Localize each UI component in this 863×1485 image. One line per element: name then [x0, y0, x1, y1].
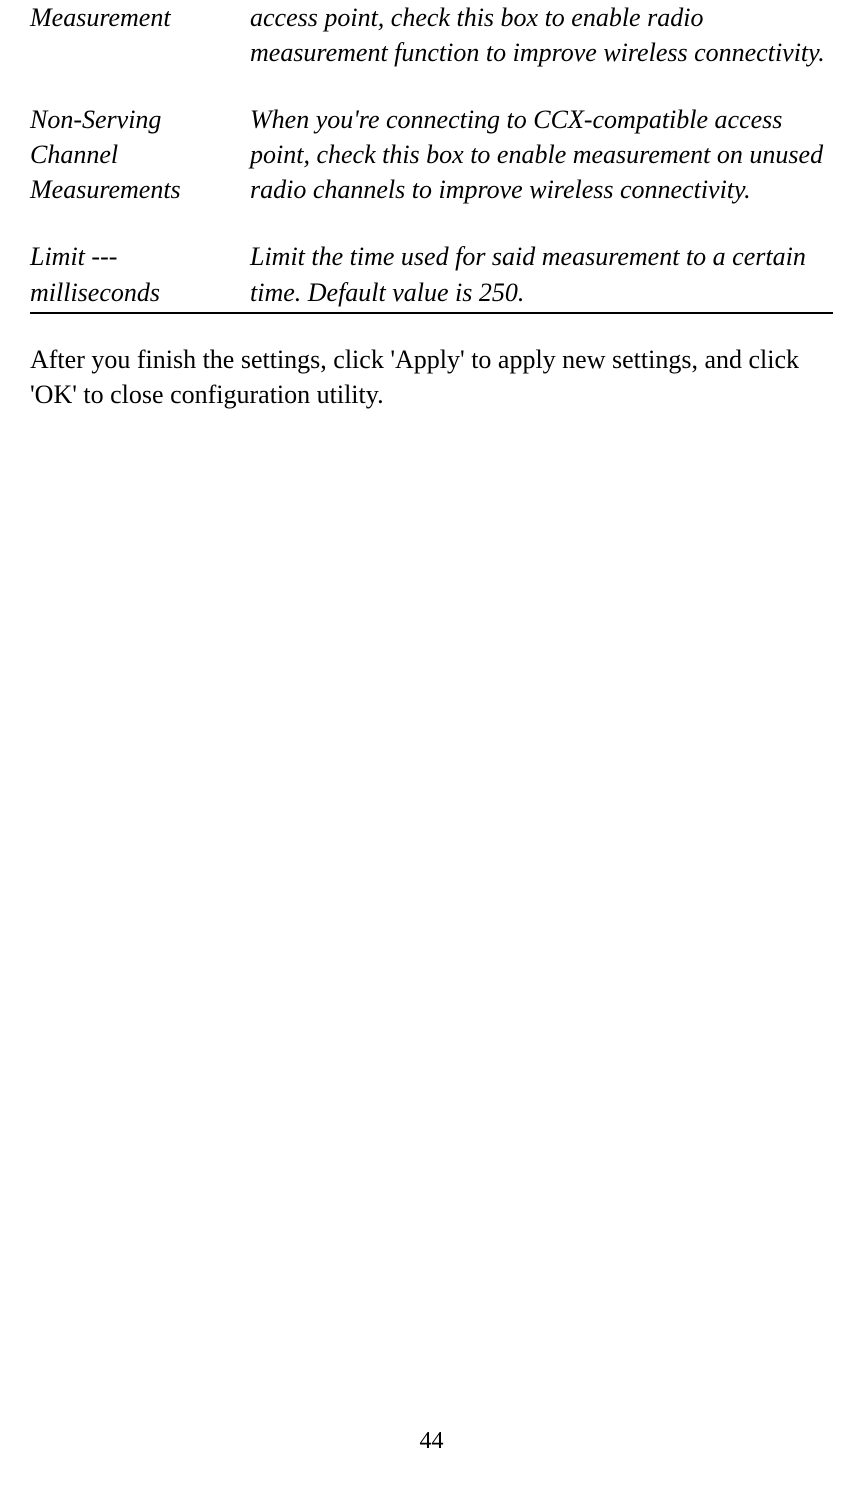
table-row: Non-Serving Channel Measurements When yo… — [30, 102, 833, 207]
term-text: Limit --- — [30, 239, 250, 274]
description-text: When you're connecting to CCX-compatible… — [250, 102, 833, 207]
term-cell: Limit --- milliseconds — [30, 239, 250, 312]
term-cell: Measurement — [30, 0, 250, 70]
description-cell: When you're connecting to CCX-compatible… — [250, 102, 833, 207]
description-text: access point, check this box to enable r… — [250, 0, 833, 70]
table-row: Measurement access point, check this box… — [30, 0, 833, 70]
term-text: Non-Serving — [30, 102, 250, 137]
term-text: Measurement — [30, 0, 250, 35]
term-text: Measurements — [30, 172, 250, 207]
term-text: milliseconds — [30, 275, 250, 310]
term-cell: Non-Serving Channel Measurements — [30, 102, 250, 207]
description-text: Limit the time used for said measurement… — [250, 239, 833, 309]
definitions-table: Measurement access point, check this box… — [30, 0, 833, 314]
description-cell: Limit the time used for said measurement… — [250, 239, 833, 312]
body-paragraph: After you finish the settings, click 'Ap… — [30, 342, 833, 412]
row-spacer — [30, 207, 833, 239]
row-spacer — [30, 70, 833, 102]
page-number: 44 — [0, 1428, 863, 1455]
description-cell: access point, check this box to enable r… — [250, 0, 833, 70]
term-text: Channel — [30, 137, 250, 172]
table-row: Limit --- milliseconds Limit the time us… — [30, 239, 833, 312]
